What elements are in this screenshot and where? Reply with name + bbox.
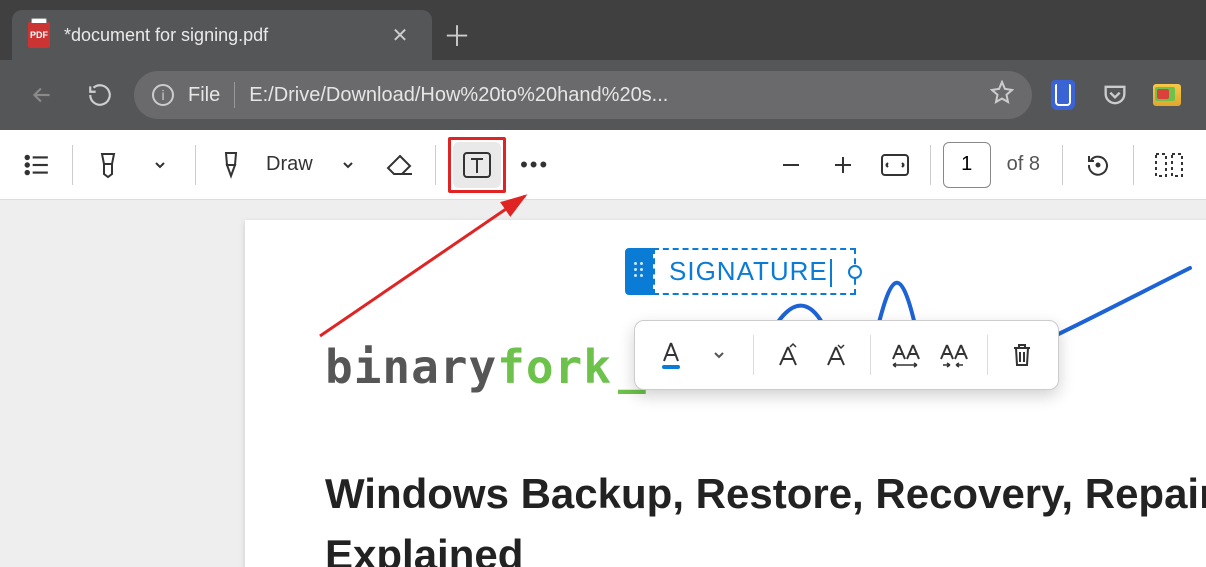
favorite-button[interactable] — [990, 80, 1014, 110]
draw-dropdown[interactable] — [325, 142, 371, 188]
text-annotation-input[interactable]: SIGNATURE — [653, 248, 856, 295]
zoom-in-button[interactable] — [820, 142, 866, 188]
eraser-button[interactable] — [377, 142, 423, 188]
text-color-dropdown[interactable] — [697, 332, 741, 378]
tab-close-button[interactable]: ✕ — [386, 23, 414, 48]
refresh-button[interactable] — [76, 71, 124, 119]
table-of-contents-button[interactable] — [14, 142, 60, 188]
site-info-icon[interactable]: i — [152, 84, 174, 106]
fit-width-button[interactable] — [872, 142, 918, 188]
add-text-button[interactable] — [453, 142, 501, 188]
increase-font-size-button[interactable] — [766, 332, 810, 378]
highlighter-button[interactable] — [85, 142, 131, 188]
decrease-font-size-button[interactable] — [814, 332, 858, 378]
tab-title: *document for signing.pdf — [64, 25, 372, 46]
text-color-button[interactable] — [649, 332, 693, 378]
text-annotation-resize-handle[interactable] — [848, 265, 862, 279]
document-heading: Windows Backup, Restore, Recovery, Repai… — [325, 464, 1206, 567]
zoom-out-button[interactable] — [768, 142, 814, 188]
extension-folder-icon[interactable] — [1146, 74, 1188, 116]
text-format-toolbar — [634, 320, 1059, 390]
extension-password-manager-icon[interactable] — [1042, 74, 1084, 116]
text-annotation[interactable]: SIGNATURE — [625, 248, 856, 295]
back-button[interactable] — [18, 71, 66, 119]
decrease-spacing-button[interactable] — [931, 332, 975, 378]
pdf-file-icon: PDF — [28, 22, 50, 48]
browser-tab[interactable]: PDF *document for signing.pdf ✕ — [12, 10, 432, 60]
highlighter-dropdown[interactable] — [137, 142, 183, 188]
browser-navbar: i File E:/Drive/Download/How%20to%20hand… — [0, 60, 1206, 130]
page-number-input[interactable] — [943, 142, 991, 188]
delete-text-button[interactable] — [1000, 332, 1044, 378]
pdf-toolbar: Draw ••• of 8 — [0, 130, 1206, 200]
draw-label: Draw — [266, 153, 313, 176]
page-view-button[interactable] — [1146, 142, 1192, 188]
address-bar[interactable]: i File E:/Drive/Download/How%20to%20hand… — [134, 71, 1032, 119]
rotate-button[interactable] — [1075, 142, 1121, 188]
address-separator — [234, 82, 235, 108]
text-annotation-drag-handle[interactable] — [625, 248, 653, 295]
add-text-button-highlight — [448, 137, 506, 193]
address-path: E:/Drive/Download/How%20to%20hand%20s... — [249, 84, 976, 107]
browser-titlebar: PDF *document for signing.pdf ✕ ＋ — [0, 0, 1206, 60]
extension-pocket-icon[interactable] — [1094, 74, 1136, 116]
increase-spacing-button[interactable] — [883, 332, 927, 378]
new-tab-button[interactable]: ＋ — [432, 10, 482, 60]
draw-pen-button[interactable] — [208, 142, 254, 188]
page-total-label: of 8 — [1007, 153, 1040, 176]
more-tools-button[interactable]: ••• — [512, 142, 558, 188]
address-scheme: File — [188, 84, 220, 107]
